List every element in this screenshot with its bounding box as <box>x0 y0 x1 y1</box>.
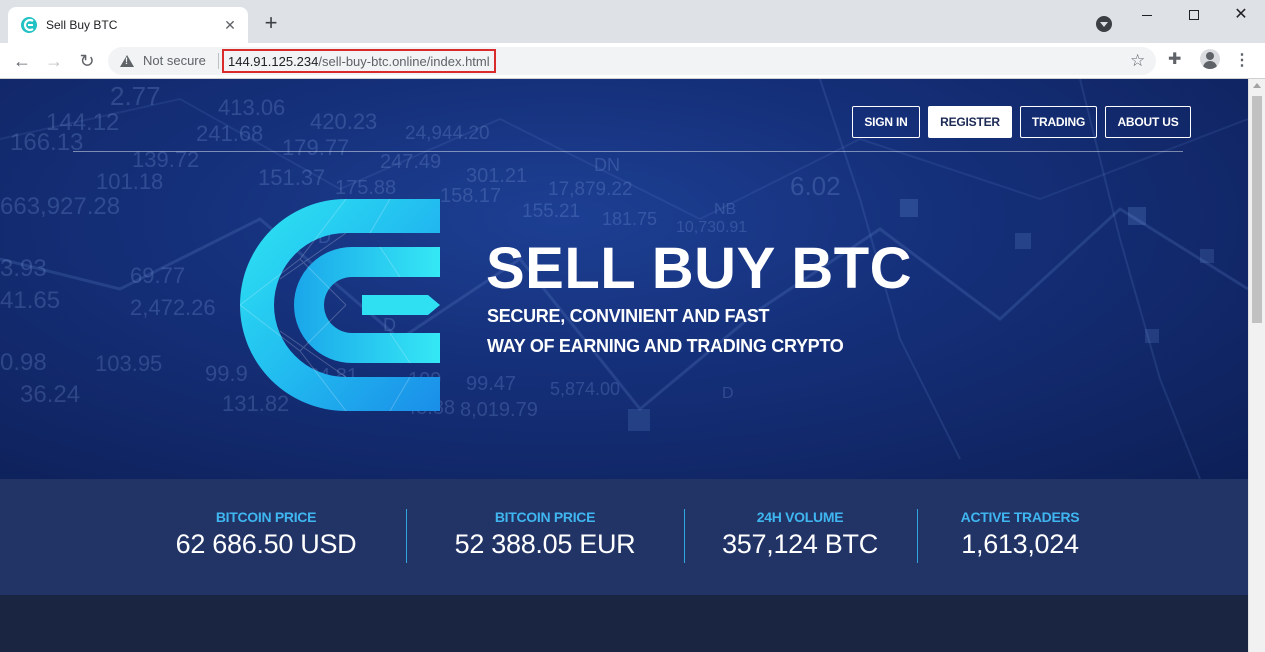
scroll-thumb[interactable] <box>1252 96 1262 323</box>
tagline-line-2: WAY OF EARNING AND TRADING CRYPTO <box>487 336 844 356</box>
nav-sign-in-button[interactable]: SIGN IN <box>852 106 920 138</box>
profile-icon[interactable] <box>1200 49 1220 69</box>
header-divider <box>73 151 1183 152</box>
stat-value: 62 686.50 USD <box>175 529 357 559</box>
site-logo <box>240 199 440 411</box>
next-section <box>0 595 1248 652</box>
bg-number: 24,944.20 <box>405 123 490 144</box>
omnibox-divider <box>218 53 219 69</box>
scroll-up-arrow-icon[interactable] <box>1253 83 1261 88</box>
stat-label: 24H VOLUME <box>756 509 844 525</box>
minimize-icon[interactable] <box>1124 0 1170 30</box>
extensions-icon[interactable]: ✚ <box>1168 49 1181 69</box>
tab-favicon-icon <box>21 17 37 33</box>
tagline-line-1: SECURE, CONVINIENT AND FAST <box>487 306 770 326</box>
top-nav: SIGN IN REGISTER TRADING ABOUT US <box>844 106 1191 138</box>
page-scrollbar[interactable] <box>1248 79 1265 652</box>
bg-number: 103.95 <box>95 351 163 376</box>
stat-divider <box>406 509 407 563</box>
stat-label: ACTIVE TRADERS <box>960 509 1080 525</box>
nav-register-button[interactable]: REGISTER <box>928 106 1012 138</box>
bg-number: D <box>722 385 734 402</box>
bg-number: 69.77 <box>130 263 186 288</box>
bg-number: 99.47 <box>466 373 517 395</box>
tab-strip: Sell Buy BTC ✕ + ✕ <box>0 0 1265 43</box>
bg-number: 179.77 <box>282 135 350 160</box>
bg-number: 2.77 <box>110 81 161 111</box>
bg-number: 6.02 <box>790 171 841 201</box>
bg-number: 158.17 <box>440 185 502 207</box>
site-title: SELL BUY BTC <box>486 236 913 301</box>
nav-trading-button[interactable]: TRADING <box>1020 106 1097 138</box>
bg-number: 5,874.00 <box>550 379 621 399</box>
browser-toolbar: ← → ↻ Not secure 144.91.125.234/sell-buy… <box>0 43 1265 79</box>
stats-bar: BITCOIN PRICE 62 686.50 USD BITCOIN PRIC… <box>0 479 1248 595</box>
bg-number: 17,879.22 <box>548 179 633 200</box>
stat-value: 52 388.05 EUR <box>454 529 636 559</box>
stat-active-traders: ACTIVE TRADERS 1,613,024 <box>920 509 1120 560</box>
url-path: /sell-buy-btc.online/index.html <box>318 53 490 69</box>
browser-tab[interactable]: Sell Buy BTC ✕ <box>8 7 248 43</box>
warning-icon <box>120 55 134 67</box>
stat-divider <box>917 509 918 563</box>
back-arrow-icon[interactable]: ← <box>10 49 34 73</box>
stat-btc-eur: BITCOIN PRICE 52 388.05 EUR <box>445 509 645 560</box>
stat-divider <box>684 509 685 563</box>
stat-label: BITCOIN PRICE <box>215 509 317 525</box>
bg-number: NB <box>714 201 737 218</box>
star-icon[interactable]: ☆ <box>1130 51 1145 71</box>
kebab-menu-icon[interactable]: ⋮ <box>1232 50 1252 72</box>
bg-number: 247.49 <box>380 151 442 173</box>
bg-number: 166.13 <box>10 129 84 156</box>
bg-number: 101.18 <box>96 169 164 194</box>
url-host: 144.91.125.234 <box>228 53 319 69</box>
bg-number: 155.21 <box>522 201 581 222</box>
url-highlight[interactable]: 144.91.125.234/sell-buy-btc.online/index… <box>222 49 496 73</box>
bg-number: 41.65 <box>0 287 61 314</box>
hero-section: 2.77 413.06 420.23 24,944.20 144.12 241.… <box>0 79 1248 479</box>
bg-number: DN <box>594 155 620 175</box>
stat-label: BITCOIN PRICE <box>494 509 596 525</box>
address-bar[interactable]: Not secure 144.91.125.234/sell-buy-btc.o… <box>108 47 1156 75</box>
bg-number: 151.37 <box>258 165 326 190</box>
maximize-icon[interactable] <box>1171 0 1217 30</box>
bg-number: 3.93 <box>0 255 47 282</box>
plus-icon[interactable]: + <box>260 12 282 35</box>
close-icon[interactable]: ✕ <box>222 17 238 33</box>
page-viewport: 2.77 413.06 420.23 24,944.20 144.12 241.… <box>0 79 1248 652</box>
bg-number: 2,472.26 <box>130 295 216 320</box>
bg-number: 241.68 <box>196 121 264 146</box>
bg-number: 8,019.79 <box>460 399 538 421</box>
tab-title: Sell Buy BTC <box>46 18 118 32</box>
tagline: SECURE, CONVINIENT AND FAST WAY OF EARNI… <box>487 301 844 361</box>
bg-number: 420.23 <box>310 109 378 134</box>
bg-number: 413.06 <box>218 95 286 120</box>
stat-btc-usd: BITCOIN PRICE 62 686.50 USD <box>166 509 366 560</box>
forward-arrow-icon[interactable]: → <box>42 49 66 73</box>
bg-number: 181.75 <box>602 209 658 229</box>
stat-24h-volume: 24H VOLUME 357,124 BTC <box>700 509 900 560</box>
bg-number: 663,927.28 <box>0 193 121 220</box>
bg-number: 0.98 <box>0 349 47 376</box>
stat-value: 357,124 BTC <box>722 529 878 559</box>
nav-about-us-button[interactable]: ABOUT US <box>1105 106 1191 138</box>
reload-icon[interactable]: ↻ <box>75 49 99 73</box>
bg-number: 175.88 <box>335 177 397 199</box>
stat-value: 1,613,024 <box>961 529 1079 559</box>
tab-search-icon[interactable] <box>1096 16 1112 32</box>
window-close-icon[interactable]: ✕ <box>1218 0 1264 30</box>
bg-number: 36.24 <box>20 381 81 408</box>
security-label[interactable]: Not secure <box>143 53 206 68</box>
